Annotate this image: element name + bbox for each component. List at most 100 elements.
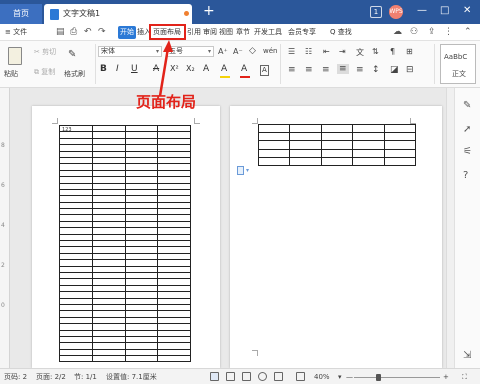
table-cell[interactable]: [352, 123, 385, 134]
shrink-font-button[interactable]: A⁻: [233, 47, 243, 56]
align-left-icon[interactable]: ≡: [288, 65, 296, 75]
cloud-icon[interactable]: ☁: [393, 26, 402, 39]
help-icon[interactable]: ?: [463, 170, 468, 182]
fit-width-icon[interactable]: [296, 372, 305, 381]
table-cell[interactable]: [320, 156, 354, 166]
chevron-down-icon[interactable]: ▾: [246, 167, 249, 174]
maximize-button[interactable]: □: [440, 5, 449, 17]
chevron-down-icon[interactable]: ▾: [338, 371, 342, 383]
clear-format-button[interactable]: ◇: [249, 46, 256, 56]
page-count[interactable]: 页面: 2/2: [36, 371, 66, 383]
page-1[interactable]: 123: [32, 106, 220, 368]
zoom-slider[interactable]: [354, 377, 440, 378]
redo-icon[interactable]: ↷: [98, 26, 106, 39]
zoom-out-button[interactable]: —: [346, 371, 353, 383]
file-menu[interactable]: ≡ 文件: [5, 26, 27, 39]
line-spacing-icon[interactable]: ↕: [372, 65, 380, 75]
justify-icon[interactable]: ≡: [337, 64, 349, 74]
align-right-icon[interactable]: ≡: [322, 65, 330, 75]
edit-icon[interactable]: ✎: [463, 100, 471, 112]
decrease-indent-icon[interactable]: ⇤: [323, 47, 330, 56]
document-outline-icon[interactable]: [237, 166, 244, 175]
chinese-layout-icon[interactable]: 文: [356, 47, 364, 58]
search-button[interactable]: Q 查找: [330, 26, 352, 39]
page-2[interactable]: [230, 106, 442, 368]
tab-document[interactable]: 文字文稿1: [44, 4, 192, 24]
paragraph-settings-icon[interactable]: ⊞: [406, 47, 413, 56]
zoom-in-button[interactable]: +: [443, 371, 449, 383]
style-gallery-normal[interactable]: AaBbC 正文: [440, 44, 476, 84]
table-cell[interactable]: [320, 140, 354, 150]
save-icon[interactable]: ▤: [56, 26, 65, 39]
tab-member[interactable]: 会员专享: [288, 26, 316, 39]
window-count-badge[interactable]: 1: [370, 6, 382, 18]
settings-sliders-icon[interactable]: ⚟: [463, 146, 472, 158]
table-cell[interactable]: [320, 123, 354, 134]
page-view-icon[interactable]: [210, 372, 219, 381]
table-cell[interactable]: [289, 156, 322, 166]
collapse-ribbon-icon[interactable]: ⌃: [464, 26, 472, 39]
table-cell[interactable]: [157, 355, 191, 363]
paste-button[interactable]: [4, 45, 26, 67]
table-cell[interactable]: [383, 132, 417, 142]
fullscreen-icon[interactable]: ⛶: [462, 371, 467, 383]
superscript-button[interactable]: X²: [170, 63, 179, 75]
tab-references[interactable]: 引用: [187, 26, 201, 39]
subscript-button[interactable]: X₂: [186, 63, 195, 75]
copy-button[interactable]: ⧉ 复制: [34, 67, 55, 77]
table-cell[interactable]: [124, 355, 159, 363]
table-cell[interactable]: [257, 132, 291, 142]
page-number[interactable]: 页码: 2: [4, 371, 27, 383]
section-indicator[interactable]: 节: 1/1: [74, 371, 97, 383]
table-cell[interactable]: [289, 140, 322, 150]
tab-start[interactable]: 开始: [118, 26, 136, 39]
avatar[interactable]: WPS: [389, 5, 403, 19]
grow-font-button[interactable]: A⁺: [218, 47, 228, 56]
table-cell[interactable]: [383, 156, 417, 166]
table-page-2[interactable]: [257, 123, 417, 166]
zoom-slider-handle[interactable]: [375, 374, 381, 381]
table-cell[interactable]: [289, 132, 322, 142]
close-button[interactable]: ✕: [463, 5, 471, 17]
table-cell[interactable]: [257, 123, 291, 134]
table-cell[interactable]: [352, 148, 385, 158]
outline-view-icon[interactable]: [226, 372, 235, 381]
font-size-select[interactable]: 五号 ▾: [166, 46, 214, 57]
table-cell[interactable]: [289, 123, 322, 134]
pinyin-button[interactable]: wén: [263, 47, 277, 55]
table-cell[interactable]: [320, 132, 354, 142]
new-tab-button[interactable]: +: [203, 3, 215, 19]
collaborate-icon[interactable]: ⚇: [410, 26, 418, 39]
vertical-scrollbar[interactable]: [446, 88, 454, 368]
table-cell[interactable]: [383, 123, 417, 134]
table-cell[interactable]: [352, 140, 385, 150]
tab-developer[interactable]: 开发工具: [254, 26, 282, 39]
tab-home[interactable]: 首页: [0, 4, 42, 24]
font-color-button[interactable]: A: [241, 63, 247, 75]
borders-icon[interactable]: ⊟: [406, 65, 414, 75]
text-effect-button[interactable]: A: [203, 63, 209, 75]
format-painter-button[interactable]: 格式刷: [64, 69, 85, 79]
numbered-list-icon[interactable]: ☷: [305, 47, 312, 56]
italic-button[interactable]: I: [116, 63, 119, 75]
tab-view[interactable]: 视图: [219, 26, 233, 39]
shading-icon[interactable]: ◪: [390, 65, 399, 75]
write-view-icon[interactable]: [274, 372, 283, 381]
highlight-button[interactable]: A: [221, 63, 227, 75]
select-cursor-icon[interactable]: ➚: [463, 124, 471, 136]
settings-value[interactable]: 设置值: 7.1厘米: [106, 371, 157, 383]
table-cell[interactable]: [257, 156, 291, 166]
table-cell[interactable]: [320, 148, 354, 158]
table-cell[interactable]: [352, 156, 385, 166]
collapse-panel-icon[interactable]: ⇲: [463, 350, 471, 362]
share-icon[interactable]: ⇪: [428, 26, 436, 39]
web-view-icon[interactable]: [258, 372, 267, 381]
read-view-icon[interactable]: [242, 372, 251, 381]
table-cell[interactable]: [91, 355, 126, 363]
bold-button[interactable]: B: [100, 63, 107, 75]
strikethrough-button[interactable]: A: [153, 63, 159, 75]
table-cell[interactable]: [352, 132, 385, 142]
print-icon[interactable]: ⎙: [70, 26, 77, 39]
table-cell[interactable]: [289, 148, 322, 158]
sort-icon[interactable]: ⇅: [372, 47, 379, 56]
